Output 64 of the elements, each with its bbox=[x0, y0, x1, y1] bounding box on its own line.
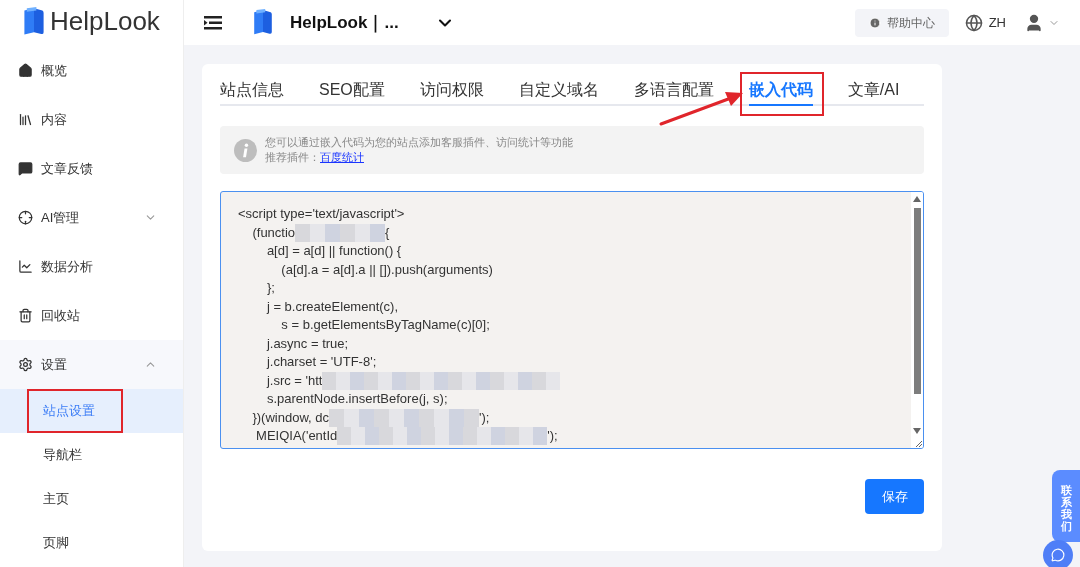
sidebar-subitem[interactable]: 主页 bbox=[43, 489, 69, 509]
code-field[interactable] bbox=[220, 191, 924, 449]
sidebar-item[interactable]: 设置 bbox=[0, 340, 183, 389]
sidebar-subitem[interactable]: 导航栏 bbox=[43, 445, 82, 465]
settings-icon bbox=[18, 357, 33, 372]
site-logo-icon bbox=[252, 9, 274, 36]
globe-icon bbox=[964, 13, 983, 32]
chart-icon bbox=[18, 259, 33, 274]
scrollbar[interactable] bbox=[911, 192, 923, 448]
info-icon bbox=[234, 138, 257, 162]
crosshair-icon bbox=[18, 210, 33, 225]
code-line: })(window, dc bbox=[251, 408, 330, 427]
tab[interactable]: SEO配置 bbox=[319, 76, 385, 106]
code-line: j.charset = 'UTF-8'; bbox=[265, 353, 377, 371]
brand-name: HelpLook bbox=[50, 8, 160, 34]
scroll-down-icon[interactable] bbox=[913, 428, 921, 434]
save-button[interactable]: 保存 bbox=[865, 479, 924, 514]
menu-icon[interactable] bbox=[204, 15, 222, 30]
trash-icon bbox=[18, 308, 33, 323]
code-line: j.src = 'htt bbox=[265, 371, 323, 390]
sidebar-item[interactable]: 回收站 bbox=[0, 291, 183, 340]
code-line: s = b.getElementsByTagName(c)[0]; bbox=[280, 316, 490, 334]
tab[interactable]: 访问权限 bbox=[419, 76, 484, 106]
scrollbar-thumb[interactable] bbox=[913, 208, 921, 394]
baidu-stats-link[interactable]: 百度统计 bbox=[320, 150, 364, 165]
code-line: { bbox=[385, 223, 390, 242]
sidebar-item[interactable]: 概览 bbox=[0, 46, 183, 95]
code-line: (a[d].a = a[d].a || []).push(arguments) bbox=[280, 260, 493, 279]
books-icon bbox=[18, 112, 33, 127]
user-icon bbox=[1024, 12, 1044, 33]
code-line: '); bbox=[547, 427, 558, 445]
resize-grip-icon[interactable] bbox=[915, 440, 922, 447]
tab[interactable]: 站点信息 bbox=[220, 76, 284, 106]
code-line: }; bbox=[265, 279, 275, 297]
logo-icon bbox=[22, 6, 46, 36]
home-icon bbox=[18, 63, 33, 78]
tab[interactable]: 文章/AI bbox=[847, 76, 900, 106]
code-line: '); bbox=[479, 408, 490, 427]
tab[interactable]: 自定义域名 bbox=[518, 76, 599, 106]
code-line: j.async = true; bbox=[265, 334, 349, 353]
tab[interactable]: 多语言配置 bbox=[633, 76, 714, 106]
chat-button[interactable] bbox=[1043, 540, 1073, 567]
code-line: s.parentNode.insertBefore(j, s); bbox=[265, 390, 448, 408]
sidebar-item[interactable]: 内容 bbox=[0, 95, 183, 144]
language-button[interactable]: ZH bbox=[964, 12, 1006, 33]
chat-icon bbox=[18, 161, 33, 176]
sidebar-item[interactable]: 数据分析 bbox=[0, 242, 183, 291]
user-menu-button[interactable] bbox=[1024, 12, 1060, 33]
sidebar-subitem[interactable]: 页脚 bbox=[43, 533, 69, 553]
sidebar-item[interactable]: 文章反馈 bbox=[0, 144, 183, 193]
help-center-button[interactable]: 帮助中心 bbox=[854, 8, 949, 37]
sidebar-item[interactable]: AI管理 bbox=[0, 193, 183, 242]
code-line: <script type='text/javascript'> bbox=[238, 205, 405, 223]
code-line: a[d] = a[d] || function() { bbox=[265, 242, 402, 260]
code-line: MEIQIA('entId bbox=[255, 427, 338, 445]
site-title: HelpLook｜... bbox=[290, 11, 399, 35]
chat-icon bbox=[1051, 548, 1065, 562]
scroll-up-icon[interactable] bbox=[913, 196, 921, 202]
code-line: (functio bbox=[251, 223, 296, 242]
tab[interactable]: 嵌入代码 bbox=[748, 76, 813, 106]
recommend-label: 推荐插件： bbox=[265, 150, 320, 165]
code-line: j = b.createElement(c), bbox=[265, 297, 399, 316]
info-icon bbox=[868, 16, 881, 29]
notice-text: 您可以通过嵌入代码为您的站点添加客服插件、访问统计等功能 bbox=[265, 135, 573, 150]
